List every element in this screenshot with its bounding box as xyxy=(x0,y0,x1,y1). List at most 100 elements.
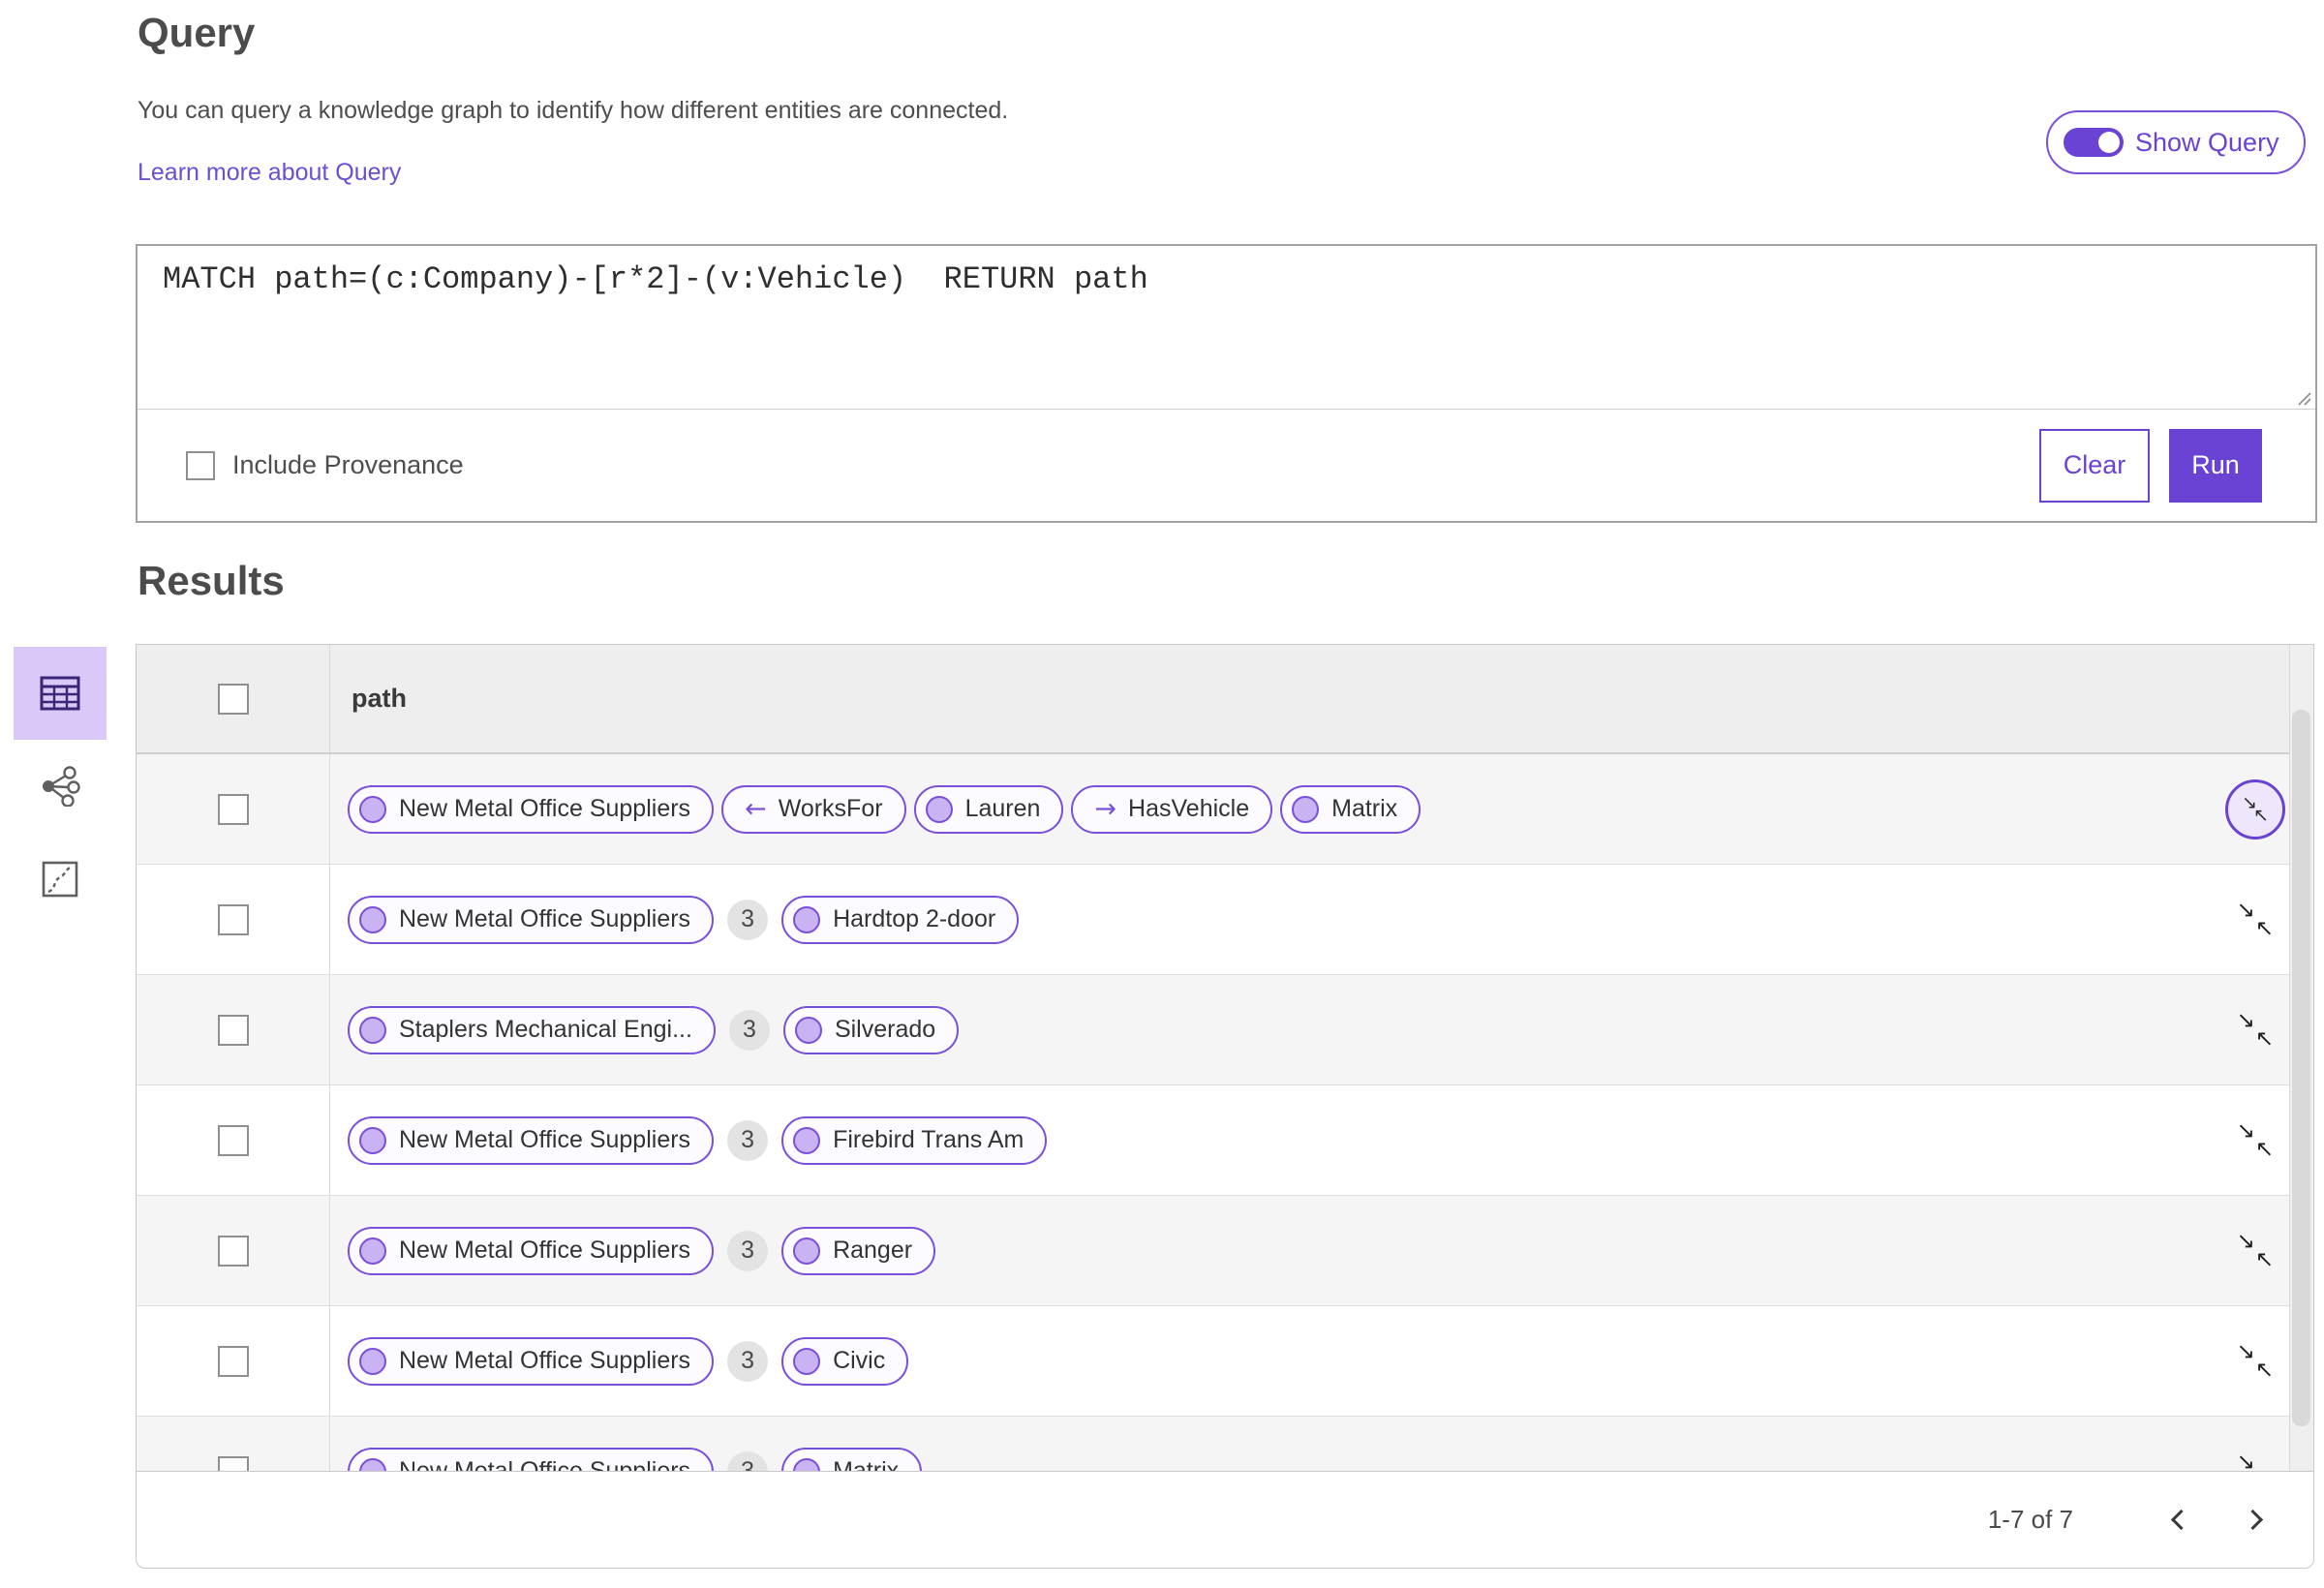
query-page: Query You can query a knowledge graph to… xyxy=(0,0,2324,1588)
entity-pill[interactable]: Silverado xyxy=(782,1005,960,1054)
entity-label: New Metal Office Suppliers xyxy=(399,795,691,822)
entity-node-icon xyxy=(793,1126,821,1154)
entity-label: New Metal Office Suppliers xyxy=(399,1347,691,1374)
result-row: New Metal Office Suppliers 3 Civic ↖ ↘ xyxy=(137,1306,2313,1417)
entity-label: Staplers Mechanical Engi... xyxy=(399,1016,692,1043)
entity-node-icon xyxy=(359,1457,386,1471)
entity-node-icon xyxy=(359,795,386,823)
entity-label: Hardtop 2-door xyxy=(833,905,996,932)
path-cell: New Metal Office Suppliers 3 Firebird Tran… xyxy=(330,1085,2197,1195)
resize-handle-icon[interactable] xyxy=(2295,389,2312,407)
relationship-pill[interactable]: ← WorksFor xyxy=(721,784,906,834)
entity-pill[interactable]: Ranger xyxy=(781,1226,936,1275)
path-cell: Staplers Mechanical Engi... 3 Silverado xyxy=(330,975,2197,1084)
entity-pill[interactable]: New Metal Office Suppliers xyxy=(348,895,715,944)
count-badge[interactable]: 3 xyxy=(727,1451,769,1471)
next-page-button[interactable] xyxy=(2230,1495,2280,1545)
entity-node-icon xyxy=(793,1347,821,1375)
entity-pill[interactable]: Firebird Trans Am xyxy=(781,1115,1048,1165)
result-row: Staplers Mechanical Engi... 3 Silverado ↖ ↘ xyxy=(137,975,2313,1085)
entity-pill[interactable]: New Metal Office Suppliers xyxy=(348,784,715,834)
graph-icon xyxy=(43,766,80,807)
row-checkbox[interactable] xyxy=(217,903,249,935)
clear-button[interactable]: Clear xyxy=(2039,428,2150,503)
entity-pill[interactable]: New Metal Office Suppliers xyxy=(348,1447,715,1471)
column-header-path: path xyxy=(352,684,407,713)
prev-page-button[interactable] xyxy=(2153,1495,2203,1545)
collapse-row-button[interactable]: ↘ ↖ xyxy=(2225,779,2285,840)
entity-pill[interactable]: Lauren xyxy=(913,784,1064,834)
row-checkbox[interactable] xyxy=(217,1014,249,1046)
result-row: New Metal Office Suppliers ← WorksFor Laure… xyxy=(137,754,2313,865)
row-checkbox[interactable] xyxy=(217,793,249,825)
count-badge[interactable]: 3 xyxy=(727,899,769,940)
page-title: Query xyxy=(138,10,256,55)
entity-label: Silverado xyxy=(834,1016,936,1043)
arrow-right-icon: → xyxy=(1094,794,1117,824)
view-tab-map[interactable] xyxy=(14,833,107,926)
relationship-label: HasVehicle xyxy=(1128,795,1250,822)
path-cell: New Metal Office Suppliers 3 Matrix xyxy=(330,1417,2197,1471)
page-description: You can query a knowledge graph to ident… xyxy=(138,97,1009,124)
scrollbar-thumb[interactable] xyxy=(2292,710,2310,1426)
entity-label: New Metal Office Suppliers xyxy=(399,1237,691,1264)
query-input[interactable]: MATCH path=(c:Company)-[r*2]-(v:Vehicle)… xyxy=(138,246,2315,409)
learn-more-link[interactable]: Learn more about Query xyxy=(138,159,401,187)
entity-pill[interactable]: Matrix xyxy=(1280,784,1422,834)
entity-label: Matrix xyxy=(1331,795,1398,822)
entity-label: Ranger xyxy=(833,1237,913,1264)
pagination-range: 1-7 of 7 xyxy=(1987,1505,2073,1534)
count-badge[interactable]: 3 xyxy=(727,1119,769,1161)
table-header-row: path xyxy=(137,645,2313,754)
path-cell: New Metal Office Suppliers ← WorksFor Laure… xyxy=(330,754,2197,864)
header-path-cell: path xyxy=(330,645,2197,752)
header-checkbox-cell xyxy=(137,645,330,752)
query-editor: MATCH path=(c:Company)-[r*2]-(v:Vehicle)… xyxy=(136,244,2317,523)
entity-label: New Metal Office Suppliers xyxy=(399,905,691,932)
row-checkbox[interactable] xyxy=(217,1455,249,1471)
row-checkbox-cell xyxy=(137,1085,330,1195)
path-cell: New Metal Office Suppliers 3 Ranger xyxy=(330,1196,2197,1305)
entity-pill[interactable]: Hardtop 2-door xyxy=(781,895,1020,944)
row-checkbox[interactable] xyxy=(217,1235,249,1267)
row-checkbox-cell xyxy=(137,975,330,1084)
entity-label: New Metal Office Suppliers xyxy=(399,1457,691,1471)
table-viewport: path New Metal Office Suppliers ← WorksFor… xyxy=(137,645,2313,1471)
vertical-scrollbar[interactable] xyxy=(2289,645,2313,1471)
count-badge[interactable]: 3 xyxy=(728,1009,770,1051)
entity-node-icon xyxy=(793,1237,821,1265)
table-body: New Metal Office Suppliers ← WorksFor Laure… xyxy=(137,754,2313,1471)
arrow-left-icon: ← xyxy=(745,794,767,824)
result-row: New Metal Office Suppliers 3 Firebird Tran… xyxy=(137,1085,2313,1196)
entity-pill[interactable]: New Metal Office Suppliers xyxy=(348,1336,715,1386)
include-provenance-checkbox[interactable] xyxy=(186,450,215,480)
row-checkbox[interactable] xyxy=(217,1345,249,1377)
entity-pill[interactable]: Staplers Mechanical Engi... xyxy=(348,1005,716,1054)
entity-pill[interactable]: New Metal Office Suppliers xyxy=(348,1226,715,1275)
toggle-switch-icon[interactable] xyxy=(2064,128,2124,157)
entity-node-icon xyxy=(359,1126,386,1154)
view-tab-table[interactable] xyxy=(14,647,107,740)
relationship-pill[interactable]: → HasVehicle xyxy=(1071,784,1273,834)
entity-label: Civic xyxy=(833,1347,886,1374)
entity-pill[interactable]: Matrix xyxy=(781,1447,923,1471)
chevron-left-icon xyxy=(2170,1509,2191,1531)
show-query-toggle[interactable]: Show Query xyxy=(2046,110,2306,174)
show-query-label: Show Query xyxy=(2135,127,2279,157)
run-button[interactable]: Run xyxy=(2169,428,2262,503)
entity-label: Lauren xyxy=(964,795,1041,822)
row-checkbox[interactable] xyxy=(217,1124,249,1156)
select-all-checkbox[interactable] xyxy=(217,683,249,715)
count-badge[interactable]: 3 xyxy=(727,1230,769,1271)
expand-arrows-icon: ↘ ↖ xyxy=(2242,791,2269,826)
count-badge[interactable]: 3 xyxy=(727,1340,769,1382)
row-checkbox-cell xyxy=(137,1306,330,1416)
path-cell: New Metal Office Suppliers 3 Civic xyxy=(330,1306,2197,1416)
entity-pill[interactable]: New Metal Office Suppliers xyxy=(348,1115,715,1165)
table-footer: 1-7 of 7 xyxy=(137,1471,2313,1568)
view-tab-graph[interactable] xyxy=(14,740,107,833)
results-table-card: path New Metal Office Suppliers ← WorksFor… xyxy=(136,644,2314,1569)
entity-pill[interactable]: Civic xyxy=(781,1336,909,1386)
relationship-label: WorksFor xyxy=(778,795,883,822)
result-row: New Metal Office Suppliers 3 Ranger ↖ ↘ xyxy=(137,1196,2313,1306)
